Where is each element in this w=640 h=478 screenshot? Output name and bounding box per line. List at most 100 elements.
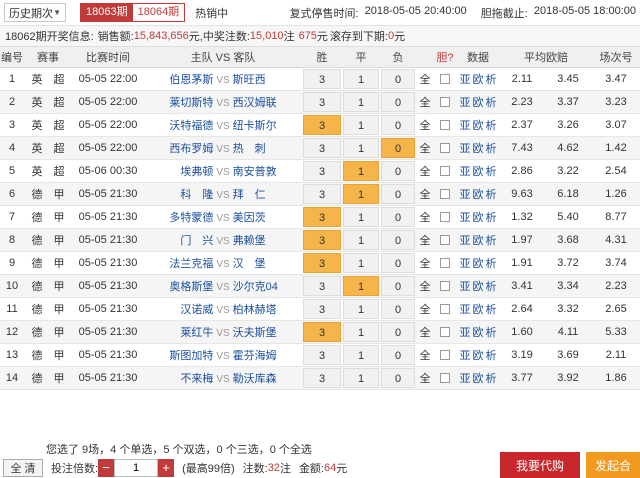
- asia-link[interactable]: 亚: [460, 212, 471, 224]
- odd-option-draw[interactable]: 1: [343, 275, 379, 296]
- away-team[interactable]: 沙尔克04: [233, 278, 301, 294]
- banker-checkbox[interactable]: [440, 372, 450, 383]
- odd-option-win[interactable]: 3: [303, 344, 341, 365]
- euro-link[interactable]: 欧: [473, 120, 484, 132]
- odd-option-lose[interactable]: 0: [381, 137, 415, 158]
- euro-link[interactable]: 欧: [473, 189, 484, 201]
- banker-checkbox[interactable]: [440, 73, 450, 84]
- euro-link[interactable]: 欧: [473, 304, 484, 316]
- odd-option-draw[interactable]: 1: [343, 137, 379, 158]
- home-team[interactable]: 莱切斯特: [145, 94, 213, 110]
- asia-link[interactable]: 亚: [460, 350, 471, 362]
- select-all-option[interactable]: 全: [416, 182, 434, 206]
- odd-option-draw[interactable]: 1: [343, 344, 379, 365]
- analysis-link[interactable]: 析: [486, 97, 497, 109]
- home-team[interactable]: 伯恩茅斯: [145, 71, 213, 87]
- odd-option-draw[interactable]: 1: [343, 206, 379, 227]
- odd-option-win[interactable]: 3: [303, 229, 341, 250]
- select-all-option[interactable]: 全: [416, 205, 434, 229]
- away-team[interactable]: 美因茨: [233, 209, 301, 225]
- select-all-option[interactable]: 全: [416, 67, 434, 91]
- away-team[interactable]: 沃夫斯堡: [233, 324, 301, 340]
- odd-option-win[interactable]: 3: [303, 183, 341, 204]
- multiplier-minus-button[interactable]: −: [98, 459, 115, 477]
- launch-group-button[interactable]: 发起合: [586, 452, 640, 478]
- home-team[interactable]: 法兰克福: [145, 255, 213, 271]
- away-team[interactable]: 西汉姆联: [233, 94, 301, 110]
- asia-link[interactable]: 亚: [460, 143, 471, 155]
- select-all-option[interactable]: 全: [416, 228, 434, 252]
- odd-option-win[interactable]: 3: [303, 68, 341, 89]
- banker-checkbox[interactable]: [440, 349, 450, 360]
- analysis-link[interactable]: 析: [486, 350, 497, 362]
- euro-link[interactable]: 欧: [473, 74, 484, 86]
- analysis-link[interactable]: 析: [486, 373, 497, 385]
- home-team[interactable]: 西布罗姆: [145, 140, 213, 156]
- odd-option-win[interactable]: 3: [303, 367, 341, 388]
- odd-option-lose[interactable]: 0: [381, 367, 415, 388]
- select-all-option[interactable]: 全: [416, 297, 434, 321]
- odd-option-lose[interactable]: 0: [381, 91, 415, 112]
- odd-option-lose[interactable]: 0: [381, 160, 415, 181]
- euro-link[interactable]: 欧: [473, 166, 484, 178]
- away-team[interactable]: 柏林赫塔: [233, 301, 301, 317]
- asia-link[interactable]: 亚: [460, 235, 471, 247]
- odd-option-win[interactable]: 3: [303, 321, 341, 342]
- asia-link[interactable]: 亚: [460, 74, 471, 86]
- odd-option-draw[interactable]: 1: [343, 114, 379, 135]
- away-team[interactable]: 南安普敦: [233, 163, 301, 179]
- select-all-option[interactable]: 全: [416, 113, 434, 137]
- home-team[interactable]: 汉诺威: [145, 301, 213, 317]
- analysis-link[interactable]: 析: [486, 166, 497, 178]
- euro-link[interactable]: 欧: [473, 235, 484, 247]
- odd-option-draw[interactable]: 1: [343, 91, 379, 112]
- euro-link[interactable]: 欧: [473, 350, 484, 362]
- euro-link[interactable]: 欧: [473, 373, 484, 385]
- away-team[interactable]: 弗赖堡: [233, 232, 301, 248]
- odd-option-lose[interactable]: 0: [381, 252, 415, 273]
- away-team[interactable]: 纽卡斯尔: [233, 117, 301, 133]
- odd-option-win[interactable]: 3: [303, 275, 341, 296]
- select-all-option[interactable]: 全: [416, 251, 434, 275]
- odd-option-lose[interactable]: 0: [381, 344, 415, 365]
- odd-option-win[interactable]: 3: [303, 206, 341, 227]
- euro-link[interactable]: 欧: [473, 327, 484, 339]
- odd-option-lose[interactable]: 0: [381, 229, 415, 250]
- odd-option-draw[interactable]: 1: [343, 298, 379, 319]
- odd-option-win[interactable]: 3: [303, 91, 341, 112]
- banker-checkbox[interactable]: [440, 326, 450, 337]
- select-all-option[interactable]: 全: [416, 159, 434, 183]
- odd-option-win[interactable]: 3: [303, 137, 341, 158]
- select-all-option[interactable]: 全: [416, 320, 434, 344]
- odd-option-lose[interactable]: 0: [381, 321, 415, 342]
- odd-option-win[interactable]: 3: [303, 114, 341, 135]
- analysis-link[interactable]: 析: [486, 74, 497, 86]
- odd-option-draw[interactable]: 1: [343, 183, 379, 204]
- odd-option-draw[interactable]: 1: [343, 252, 379, 273]
- multiplier-input[interactable]: [114, 459, 159, 477]
- select-all-option[interactable]: 全: [416, 343, 434, 367]
- odd-option-lose[interactable]: 0: [381, 298, 415, 319]
- odd-option-lose[interactable]: 0: [381, 183, 415, 204]
- history-select[interactable]: 历史期次 ▼: [4, 3, 66, 22]
- odd-option-win[interactable]: 3: [303, 252, 341, 273]
- asia-link[interactable]: 亚: [460, 189, 471, 201]
- odd-option-draw[interactable]: 1: [343, 321, 379, 342]
- asia-link[interactable]: 亚: [460, 120, 471, 132]
- odd-option-lose[interactable]: 0: [381, 68, 415, 89]
- asia-link[interactable]: 亚: [460, 327, 471, 339]
- multiplier-plus-button[interactable]: +: [158, 459, 175, 477]
- analysis-link[interactable]: 析: [486, 189, 497, 201]
- euro-link[interactable]: 欧: [473, 212, 484, 224]
- odd-option-win[interactable]: 3: [303, 298, 341, 319]
- odd-option-draw[interactable]: 1: [343, 367, 379, 388]
- asia-link[interactable]: 亚: [460, 373, 471, 385]
- asia-link[interactable]: 亚: [460, 166, 471, 178]
- home-team[interactable]: 埃弗顿: [145, 163, 213, 179]
- banker-checkbox[interactable]: [440, 234, 450, 245]
- banker-checkbox[interactable]: [440, 142, 450, 153]
- select-all-option[interactable]: 全: [416, 274, 434, 298]
- asia-link[interactable]: 亚: [460, 304, 471, 316]
- analysis-link[interactable]: 析: [486, 120, 497, 132]
- away-team[interactable]: 拜 仁: [233, 186, 301, 202]
